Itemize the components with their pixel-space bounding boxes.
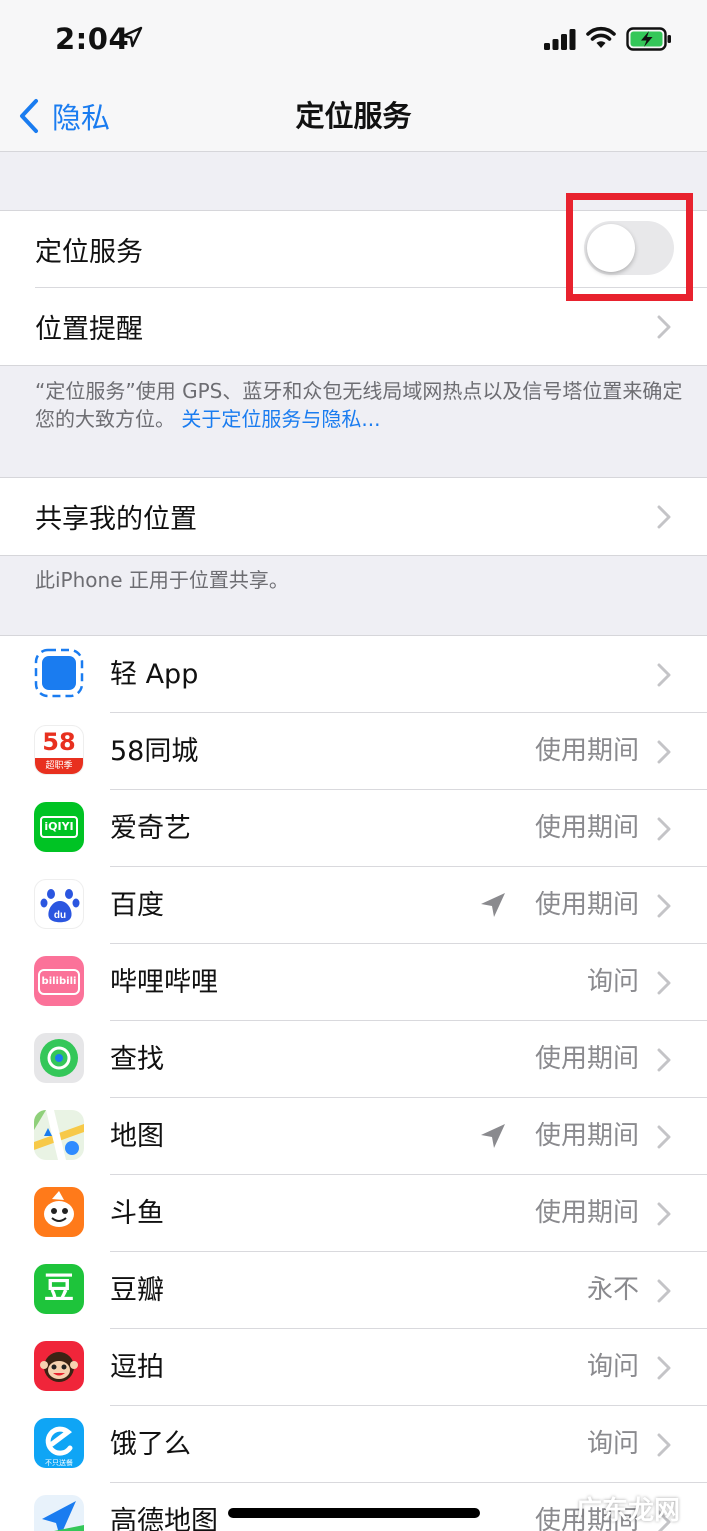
app-list: 轻 App 58 超职季 58同城 使用期间 iQIYI 爱奇艺 使用期间 du… bbox=[0, 635, 707, 1531]
chevron-right-icon bbox=[657, 1202, 671, 1226]
chevron-right-icon bbox=[657, 1279, 671, 1303]
app-name: 轻 App bbox=[110, 659, 199, 690]
chevron-right-icon bbox=[657, 740, 671, 764]
app-permission: 使用期间 bbox=[534, 1121, 639, 1151]
app-clip-icon bbox=[34, 648, 84, 698]
app-permission: 询问 bbox=[586, 967, 639, 997]
eleme-icon: 不只送餐 bbox=[34, 1418, 84, 1468]
list-item[interactable]: 58 超职季 58同城 使用期间 bbox=[0, 713, 707, 790]
chevron-right-icon bbox=[657, 1356, 671, 1380]
list-item[interactable]: bilibili 哔哩哔哩 询问 bbox=[0, 944, 707, 1021]
app-permission: 使用期间 bbox=[534, 1044, 639, 1074]
doupai-icon bbox=[34, 1341, 84, 1391]
app-permission: 使用期间 bbox=[534, 736, 639, 766]
list-item[interactable]: 轻 App bbox=[0, 636, 707, 713]
chevron-right-icon bbox=[657, 817, 671, 841]
list-item[interactable]: 查找 使用期间 bbox=[0, 1021, 707, 1098]
location-services-label: 定位服务 bbox=[35, 237, 143, 268]
list-item[interactable]: 逗拍 询问 bbox=[0, 1329, 707, 1406]
app-permission: 询问 bbox=[586, 1429, 639, 1459]
app-name: 百度 bbox=[110, 890, 164, 921]
app-name: 爱奇艺 bbox=[110, 813, 191, 844]
location-arrow-icon bbox=[121, 26, 143, 48]
navigation-bar: 隐私 定位服务 bbox=[0, 80, 707, 152]
list-item[interactable]: 不只送餐 饿了么 询问 bbox=[0, 1406, 707, 1483]
app-permission: 使用期间 bbox=[534, 1198, 639, 1228]
app-permission: 使用期间 bbox=[534, 813, 639, 843]
list-item[interactable]: 斗鱼 使用期间 bbox=[0, 1175, 707, 1252]
location-arrow-icon bbox=[481, 1124, 505, 1148]
watermark: 广东龙网 bbox=[576, 1496, 681, 1526]
app-name: 豆瓣 bbox=[110, 1275, 164, 1306]
share-location-row[interactable]: 共享我的位置 bbox=[0, 478, 707, 555]
58-icon: 58 超职季 bbox=[34, 725, 84, 775]
chevron-right-icon bbox=[657, 505, 671, 529]
app-name: 斗鱼 bbox=[110, 1198, 164, 1229]
location-arrow-icon bbox=[481, 893, 505, 917]
chevron-right-icon bbox=[657, 663, 671, 687]
baidu-icon: du bbox=[34, 879, 84, 929]
share-location-label: 共享我的位置 bbox=[35, 504, 197, 535]
app-permission: 永不 bbox=[586, 1275, 639, 1305]
cellular-signal-icon bbox=[544, 29, 576, 50]
privacy-link[interactable]: 关于定位服务与隐私... bbox=[181, 407, 380, 431]
chevron-right-icon bbox=[657, 894, 671, 918]
app-name: 地图 bbox=[110, 1121, 164, 1152]
list-item[interactable]: 地图 使用期间 bbox=[0, 1098, 707, 1175]
app-name: 哔哩哔哩 bbox=[110, 967, 218, 998]
bilibili-icon: bilibili bbox=[34, 956, 84, 1006]
list-item[interactable]: 豆 豆瓣 永不 bbox=[0, 1252, 707, 1329]
maps-icon bbox=[34, 1110, 84, 1160]
chevron-right-icon bbox=[657, 1048, 671, 1072]
douban-icon: 豆 bbox=[34, 1264, 84, 1314]
app-name: 饿了么 bbox=[110, 1429, 191, 1460]
app-name: 高德地图 bbox=[110, 1506, 218, 1531]
share-footnote: 此iPhone 正用于位置共享。 bbox=[35, 568, 289, 592]
status-bar: 2:04 bbox=[0, 0, 707, 80]
status-time: 2:04 bbox=[55, 22, 130, 56]
location-alerts-label: 位置提醒 bbox=[35, 314, 143, 345]
app-name: 查找 bbox=[110, 1044, 164, 1075]
location-footnote: “定位服务”使用 GPS、蓝牙和众包无线局域网热点以及信号塔位置来确定您的大致方… bbox=[35, 377, 685, 433]
svg-text:du: du bbox=[54, 910, 66, 921]
app-name: 58同城 bbox=[110, 736, 199, 767]
highlight-box bbox=[566, 193, 693, 301]
svg-text:不只送餐: 不只送餐 bbox=[45, 1458, 73, 1467]
amap-icon bbox=[34, 1495, 84, 1531]
share-location-group: 共享我的位置 bbox=[0, 477, 707, 556]
wifi-icon bbox=[586, 26, 616, 48]
page-title: 定位服务 bbox=[295, 99, 412, 133]
chevron-right-icon bbox=[657, 971, 671, 995]
chevron-right-icon bbox=[657, 315, 671, 339]
douyu-icon bbox=[34, 1187, 84, 1237]
chevron-right-icon bbox=[657, 1125, 671, 1149]
iqiyi-icon: iQIYI bbox=[34, 802, 84, 852]
app-permission: 询问 bbox=[586, 1352, 639, 1382]
find-my-icon bbox=[34, 1033, 84, 1083]
list-item[interactable]: du 百度 使用期间 bbox=[0, 867, 707, 944]
home-indicator[interactable] bbox=[228, 1508, 480, 1518]
app-name: 逗拍 bbox=[110, 1352, 164, 1383]
battery-charging-icon bbox=[626, 27, 671, 51]
app-permission: 使用期间 bbox=[534, 890, 639, 920]
chevron-right-icon bbox=[657, 1433, 671, 1457]
list-item[interactable]: iQIYI 爱奇艺 使用期间 bbox=[0, 790, 707, 867]
